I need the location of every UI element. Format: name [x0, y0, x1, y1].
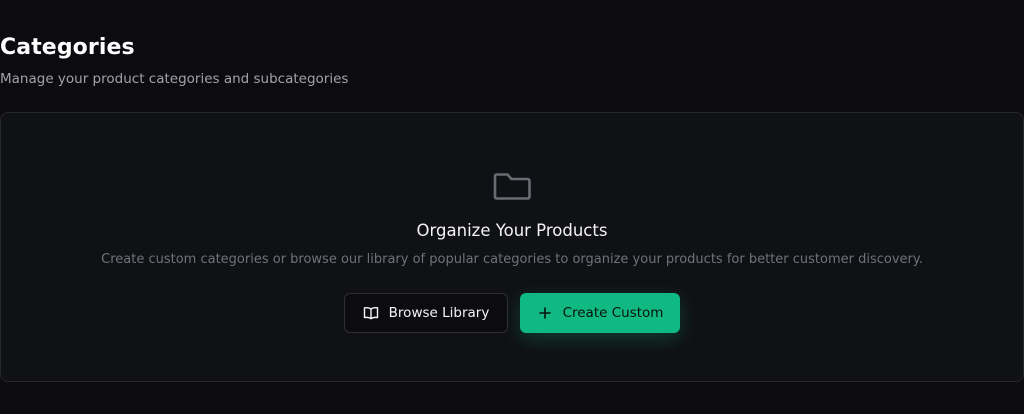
page-subtitle: Manage your product categories and subca…: [0, 71, 349, 87]
categories-page: Categories Manage your product categorie…: [0, 0, 1024, 414]
folder-icon: [491, 168, 535, 204]
page-title: Categories: [0, 35, 135, 60]
book-open-icon: [363, 305, 379, 321]
browse-library-label: Browse Library: [388, 305, 490, 321]
empty-state-title: Organize Your Products: [416, 221, 608, 240]
browse-library-button[interactable]: Browse Library: [344, 293, 508, 333]
empty-state-card: Organize Your Products Create custom cat…: [0, 112, 1024, 382]
plus-icon: [537, 305, 553, 321]
create-custom-label: Create Custom: [562, 305, 664, 321]
create-custom-button[interactable]: Create Custom: [520, 293, 680, 333]
empty-state-description: Create custom categories or browse our l…: [101, 252, 923, 267]
